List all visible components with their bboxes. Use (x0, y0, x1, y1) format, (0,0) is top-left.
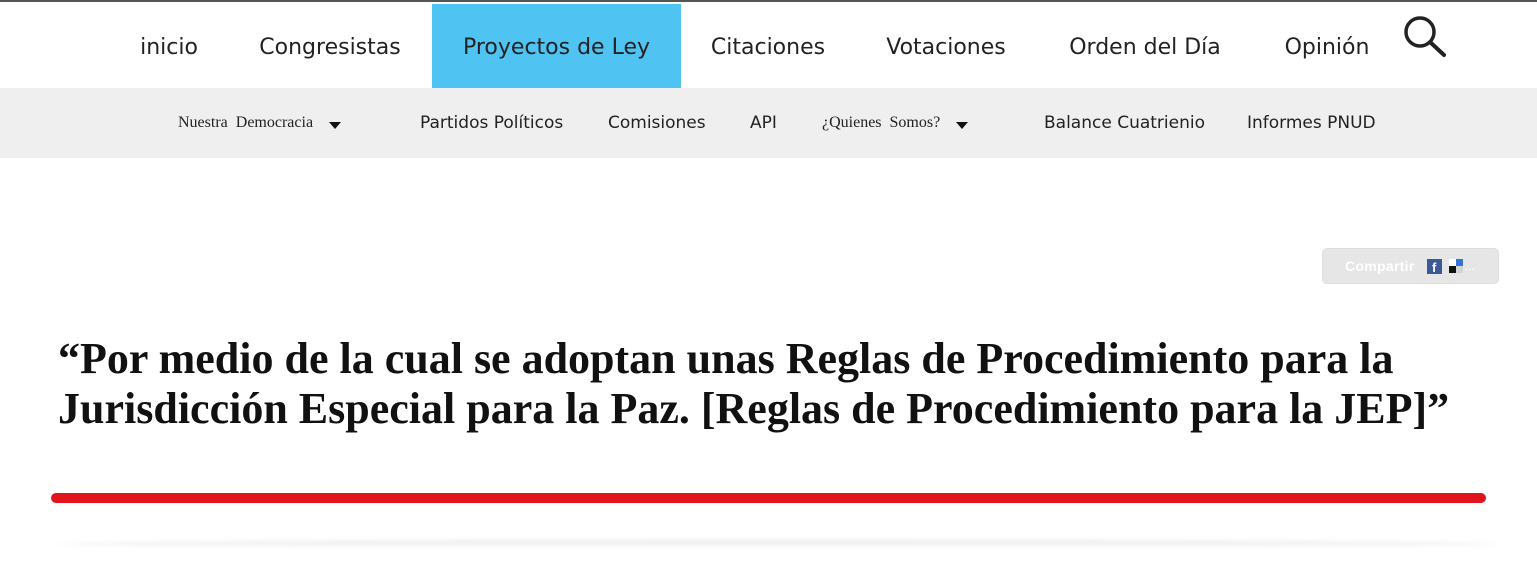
share-button[interactable]: Compartir f ... (1322, 248, 1499, 284)
nav-item-votaciones[interactable]: Votaciones (871, 4, 1021, 90)
subnav-item-quienes-somos[interactable]: ¿Quienes Somos? (822, 88, 969, 158)
nav-item-congresistas[interactable]: Congresistas (244, 4, 416, 90)
delicious-icon[interactable] (1448, 259, 1463, 273)
section-divider (58, 540, 1498, 548)
main-navigation: inicio Congresistas Proyectos de Ley Cit… (0, 0, 1537, 90)
page: inicio Congresistas Proyectos de Ley Cit… (0, 0, 1537, 564)
subnav-item-informes-pnud[interactable]: Informes PNUD (1247, 88, 1376, 158)
subnav-item-api[interactable]: API (750, 88, 777, 158)
nav-item-citaciones[interactable]: Citaciones (697, 4, 839, 90)
nav-item-proyectos-de-ley[interactable]: Proyectos de Ley (432, 4, 681, 90)
subnav-item-label: ¿Quienes Somos? (822, 114, 941, 131)
share-label: Compartir (1345, 258, 1415, 274)
subnav-item-partidos-politicos[interactable]: Partidos Políticos (420, 88, 563, 158)
subnav-item-nuestra-democracia[interactable]: Nuestra Democracia (178, 88, 342, 158)
title-underline (51, 493, 1486, 503)
page-title: “Por medio de la cual se adoptan unas Re… (58, 334, 1450, 433)
nav-item-orden-del-dia[interactable]: Orden del Día (1053, 4, 1237, 90)
dropdown-caret-icon (329, 121, 342, 129)
facebook-icon[interactable]: f (1426, 258, 1442, 274)
dropdown-caret-icon (956, 121, 969, 129)
search-icon[interactable] (1400, 14, 1450, 60)
subnav-item-balance-cuatrienio[interactable]: Balance Cuatrienio (1044, 88, 1205, 158)
more-share-options[interactable]: ... (1465, 259, 1475, 273)
subnav-item-comisiones[interactable]: Comisiones (608, 88, 706, 158)
subnav-item-label: Nuestra Democracia (178, 114, 314, 131)
nav-item-inicio[interactable]: inicio (126, 4, 212, 90)
secondary-navigation: Nuestra Democracia Partidos Políticos Co… (0, 88, 1537, 158)
nav-item-opinion[interactable]: Opinión (1269, 4, 1385, 90)
